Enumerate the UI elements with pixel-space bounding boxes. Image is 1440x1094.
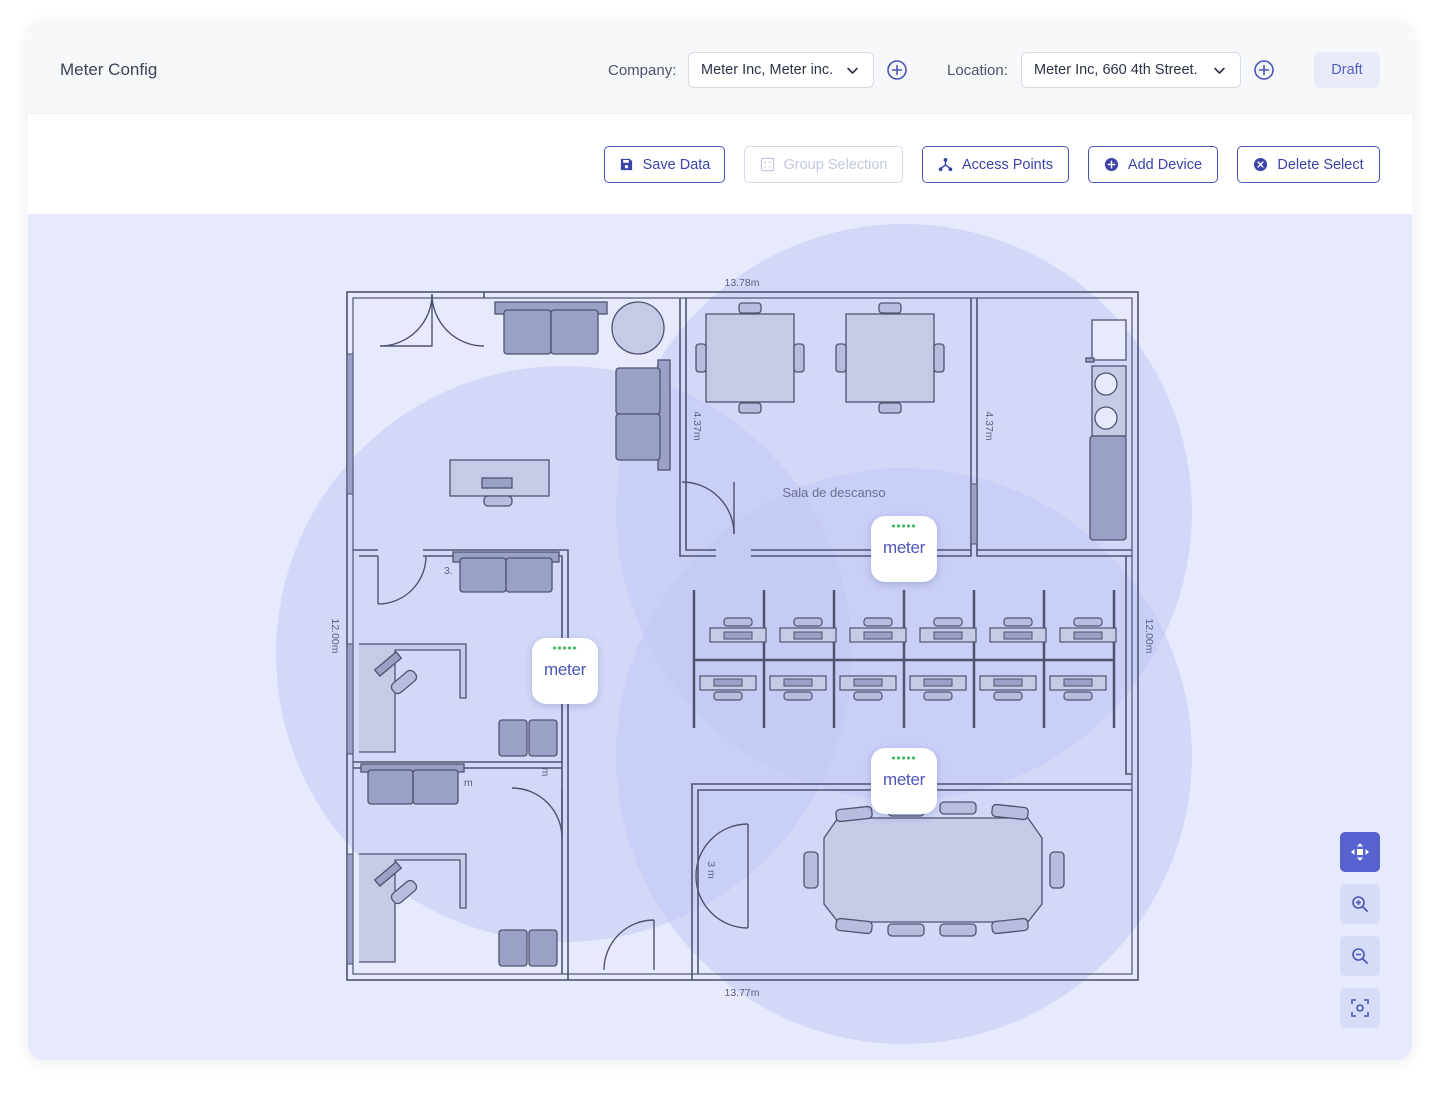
- plus-circle-icon: [1104, 157, 1118, 172]
- dimension-bottom: 13.77m: [724, 987, 759, 999]
- save-icon: [620, 158, 632, 171]
- access-point[interactable]: meter: [871, 516, 937, 582]
- dimension-office-2: m: [464, 777, 473, 789]
- meeting-table: [803, 801, 1065, 937]
- chevron-down-icon: [1214, 67, 1225, 74]
- group-selection-button[interactable]: Group Selection: [744, 146, 903, 183]
- access-points-button[interactable]: Access Points: [922, 146, 1069, 183]
- add-device-label: Add Device: [1127, 156, 1203, 173]
- add-company-icon[interactable]: [886, 59, 908, 81]
- move-icon: [1351, 843, 1369, 861]
- focus-button[interactable]: [1340, 988, 1380, 1028]
- dimension-break-right: 4.37m: [983, 411, 995, 440]
- group-selection-label: Group Selection: [783, 156, 888, 173]
- dimension-break-left: 4.37m: [691, 411, 703, 440]
- zoom-in-button[interactable]: [1340, 884, 1380, 924]
- location-label: Location:: [947, 62, 1008, 79]
- access-point[interactable]: meter: [871, 748, 937, 814]
- toolbar: Save Data Group Selection Access Points: [28, 114, 1412, 214]
- floorplan-canvas[interactable]: 13.78m 13.77m 12.00m 12.00m 4.37m 4.37m …: [28, 214, 1412, 1060]
- dimension-top: 13.78m: [724, 277, 759, 289]
- move-button[interactable]: [1340, 832, 1380, 872]
- kitchen: [1085, 319, 1127, 541]
- close-circle-icon: [1254, 157, 1268, 172]
- dimension-left: 12.00m: [329, 618, 341, 653]
- status-leds: [891, 756, 917, 760]
- network-icon: [938, 157, 953, 172]
- add-device-button[interactable]: Add Device: [1088, 146, 1218, 183]
- zoom-out-icon: [1352, 948, 1368, 964]
- dimension-right: 12.00m: [1143, 618, 1155, 653]
- focus-icon: [1351, 999, 1369, 1017]
- zoom-out-button[interactable]: [1340, 936, 1380, 976]
- save-data-label: Save Data: [642, 156, 711, 173]
- add-location-icon[interactable]: [1253, 59, 1275, 81]
- company-select-value: Meter Inc, Meter inc.: [701, 62, 834, 78]
- company-select[interactable]: Meter Inc, Meter inc.: [688, 52, 874, 88]
- company-label: Company:: [608, 62, 677, 79]
- app-title: Meter Config: [60, 60, 158, 79]
- dimension-office: 3.: [444, 565, 453, 577]
- access-point[interactable]: meter: [532, 638, 598, 704]
- access-point-label: meter: [883, 538, 925, 557]
- room-label: Sala de descanso: [782, 485, 885, 500]
- access-point-label: meter: [883, 770, 925, 789]
- group-selection-icon: [760, 157, 774, 172]
- status-leds: [552, 646, 578, 650]
- access-point-label: meter: [544, 660, 586, 679]
- dimension-meeting-door: 3 m: [705, 861, 717, 879]
- dimension-office-3: m: [539, 768, 551, 777]
- location-select[interactable]: Meter Inc, 660 4th Street.: [1021, 52, 1241, 88]
- delete-select-button[interactable]: Delete Select: [1237, 146, 1380, 183]
- save-data-button[interactable]: Save Data: [604, 146, 725, 183]
- floorplan: 13.78m 13.77m 12.00m 12.00m 4.37m 4.37m …: [276, 224, 1192, 1044]
- status-leds: [891, 524, 917, 528]
- draft-button[interactable]: Draft: [1314, 52, 1380, 88]
- access-points-label: Access Points: [961, 156, 1054, 173]
- app-window: Meter Config Company: Meter Inc, Meter i…: [28, 22, 1412, 1060]
- location-select-value: Meter Inc, 660 4th Street.: [1034, 62, 1198, 78]
- chevron-down-icon: [847, 67, 858, 74]
- zoom-in-icon: [1352, 896, 1368, 912]
- delete-select-label: Delete Select: [1277, 156, 1364, 173]
- top-bar: Meter Config Company: Meter Inc, Meter i…: [28, 22, 1412, 114]
